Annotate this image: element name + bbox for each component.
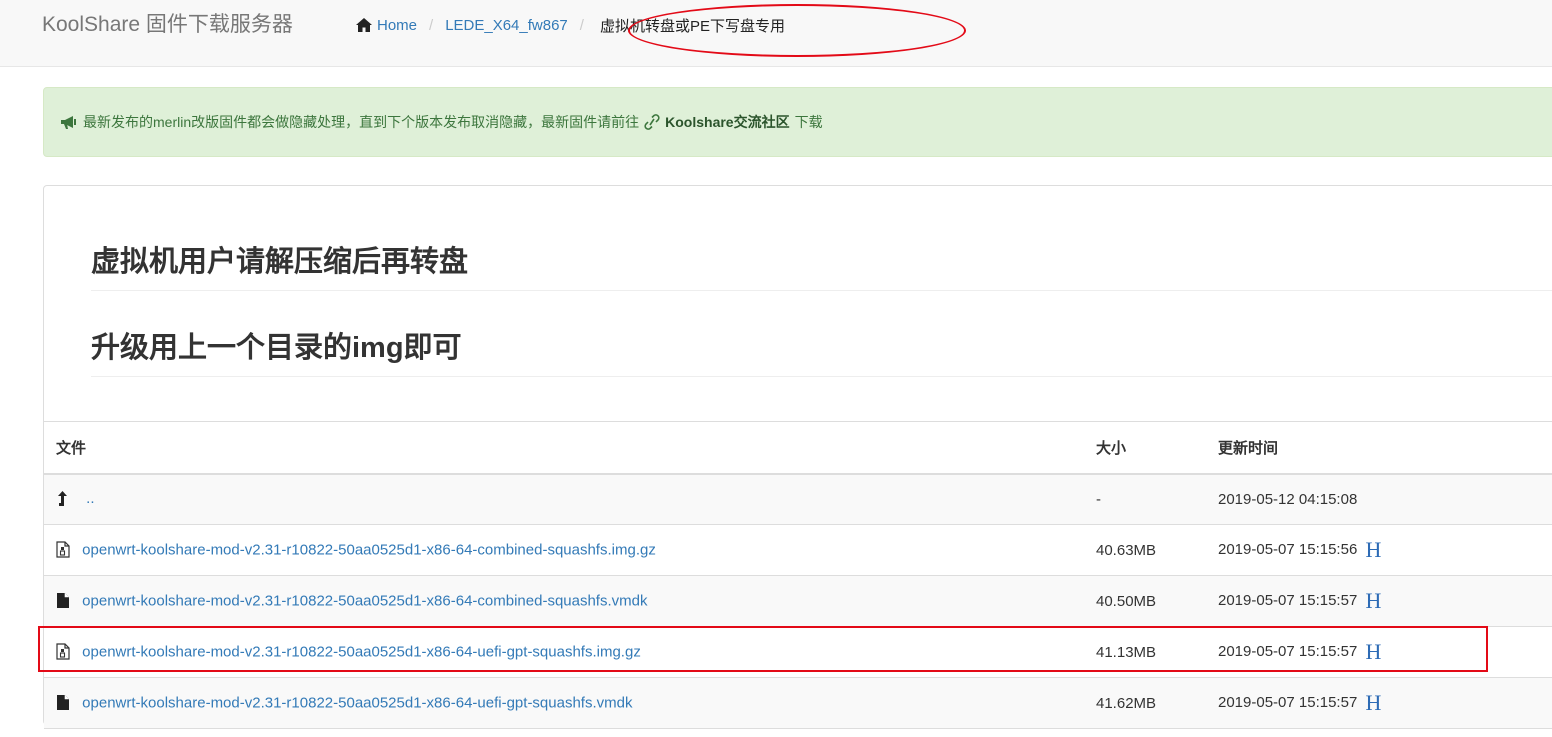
file-table: 文件 大小 更新时间 .. - 2019-05-12 04:15:08 open… [44, 421, 1552, 729]
hash-link[interactable]: H [1365, 537, 1381, 562]
breadcrumb: Home / LEDE_X64_fw867 / 虚拟机转盘或PE下写盘专用 [355, 11, 785, 39]
site-brand[interactable]: KoolShare 固件下载服务器 [42, 10, 293, 40]
community-link[interactable]: Koolshare交流社区 [665, 112, 789, 132]
breadcrumb-separator: / [579, 16, 584, 34]
file-cell: openwrt-koolshare-mod-v2.31-r10822-50aa0… [44, 677, 1084, 729]
notice-alert: 最新发布的merlin改版固件都会做隐藏处理，直到下个版本发布取消隐藏，最新固件… [43, 87, 1552, 157]
date-text: 2019-05-07 15:15:56 [1218, 540, 1358, 558]
column-header-size[interactable]: 大小 [1084, 421, 1206, 475]
file-icon [56, 694, 72, 712]
file-link[interactable]: openwrt-koolshare-mod-v2.31-r10822-50aa0… [82, 695, 632, 712]
file-link[interactable]: openwrt-koolshare-mod-v2.31-r10822-50aa0… [82, 593, 647, 610]
date-cell: 2019-05-07 15:15:57 H [1206, 626, 1552, 678]
hash-link[interactable]: H [1365, 588, 1381, 613]
date-cell: 2019-05-07 15:15:57 H [1206, 575, 1552, 627]
breadcrumb-home[interactable]: Home [377, 17, 417, 34]
breadcrumb-current: 虚拟机转盘或PE下写盘专用 [599, 17, 785, 35]
home-icon[interactable] [355, 17, 373, 33]
parent-dir-cell: .. [44, 473, 1084, 525]
hash-link[interactable]: H [1365, 639, 1381, 664]
archive-file-icon [56, 643, 72, 661]
size-cell: 40.50MB [1084, 575, 1206, 627]
size-cell: 40.63MB [1084, 524, 1206, 576]
heading-convert-disk: 虚拟机用户请解压缩后再转盘 [91, 238, 1552, 291]
breadcrumb-lede-folder[interactable]: LEDE_X64_fw867 [445, 17, 568, 34]
table-header-row: 文件 大小 更新时间 [44, 421, 1552, 475]
date-text: 2019-05-07 15:15:57 [1218, 591, 1358, 609]
file-link[interactable]: openwrt-koolshare-mod-v2.31-r10822-50aa0… [82, 542, 656, 559]
column-header-updated[interactable]: 更新时间 [1206, 421, 1552, 475]
megaphone-icon [59, 114, 79, 130]
heading-upgrade-img: 升级用上一个目录的img即可 [91, 324, 1552, 377]
date-text: 2019-05-07 15:15:57 [1218, 642, 1358, 660]
date-cell: 2019-05-07 15:15:56 H [1206, 524, 1552, 576]
file-cell: openwrt-koolshare-mod-v2.31-r10822-50aa0… [44, 524, 1084, 576]
date-cell: 2019-05-07 15:15:57 H [1206, 677, 1552, 729]
table-row[interactable]: openwrt-koolshare-mod-v2.31-r10822-50aa0… [44, 575, 1552, 627]
table-row-parent[interactable]: .. - 2019-05-12 04:15:08 [44, 473, 1552, 525]
date-text: 2019-05-07 15:15:57 [1218, 693, 1358, 711]
breadcrumb-separator: / [429, 16, 434, 34]
size-cell: - [1084, 473, 1206, 525]
parent-dir-link[interactable]: .. [86, 490, 94, 507]
size-cell: 41.13MB [1084, 626, 1206, 678]
hash-link[interactable]: H [1365, 690, 1381, 715]
table-row[interactable]: openwrt-koolshare-mod-v2.31-r10822-50aa0… [44, 626, 1552, 678]
file-icon [56, 592, 72, 610]
table-row[interactable]: openwrt-koolshare-mod-v2.31-r10822-50aa0… [44, 524, 1552, 576]
column-header-file[interactable]: 文件 [44, 421, 1084, 475]
level-up-icon[interactable] [56, 490, 72, 508]
archive-file-icon [56, 541, 72, 559]
notice-tail: 下载 [794, 114, 823, 130]
file-cell: openwrt-koolshare-mod-v2.31-r10822-50aa0… [44, 575, 1084, 627]
size-cell: 41.62MB [1084, 677, 1206, 729]
file-link[interactable]: openwrt-koolshare-mod-v2.31-r10822-50aa0… [82, 644, 641, 661]
table-row[interactable]: openwrt-koolshare-mod-v2.31-r10822-50aa0… [44, 677, 1552, 729]
files-panel: 虚拟机用户请解压缩后再转盘 升级用上一个目录的img即可 文件 大小 更新时间 … [43, 185, 1552, 729]
notice-text: 最新发布的merlin改版固件都会做隐藏处理，直到下个版本发布取消隐藏，最新固件… [83, 114, 640, 130]
date-cell: 2019-05-12 04:15:08 [1206, 473, 1552, 525]
link-icon [643, 114, 661, 130]
file-cell: openwrt-koolshare-mod-v2.31-r10822-50aa0… [44, 626, 1084, 678]
navbar: KoolShare 固件下载服务器 Home / LEDE_X64_fw867 … [0, 0, 1552, 67]
